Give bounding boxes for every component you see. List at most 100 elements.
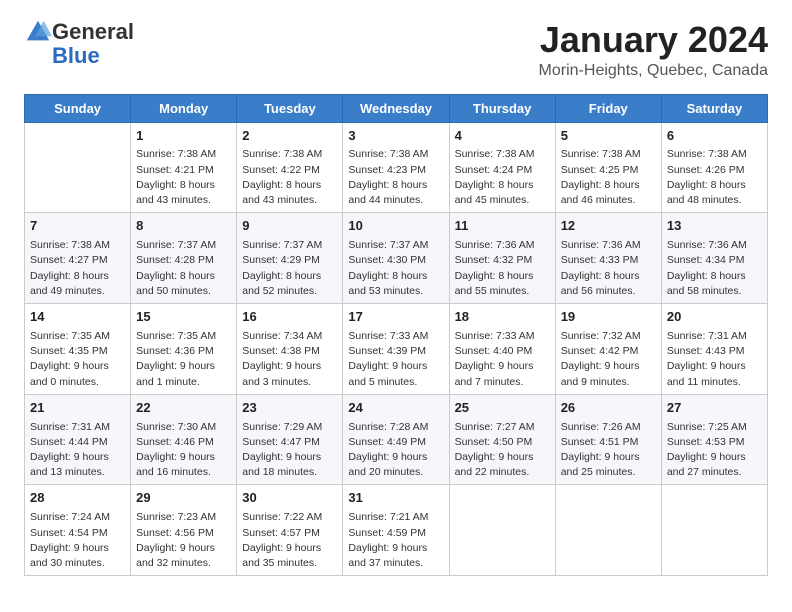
day-number: 3 bbox=[348, 127, 443, 146]
day-number: 11 bbox=[455, 217, 550, 236]
day-info: Sunrise: 7:33 AMSunset: 4:39 PMDaylight:… bbox=[348, 329, 443, 390]
calendar-cell: 21 Sunrise: 7:31 AMSunset: 4:44 PMDayligh… bbox=[25, 394, 131, 485]
day-info: Sunrise: 7:22 AMSunset: 4:57 PMDaylight:… bbox=[242, 510, 337, 571]
calendar-cell: 11 Sunrise: 7:36 AMSunset: 4:32 PMDayligh… bbox=[449, 213, 555, 304]
day-number: 21 bbox=[30, 399, 125, 418]
calendar-cell: 20Sunrise: 7:31 AMSunset: 4:43 PMDayligh… bbox=[661, 304, 767, 395]
day-info: Sunrise: 7:26 AMSunset: 4:51 PMDaylight:… bbox=[561, 420, 656, 481]
day-number: 10 bbox=[348, 217, 443, 236]
calendar-cell: 25 Sunrise: 7:27 AMSunset: 4:50 PMDayligh… bbox=[449, 394, 555, 485]
day-info: Sunrise: 7:21 AMSunset: 4:59 PMDaylight:… bbox=[348, 510, 443, 571]
day-info: Sunrise: 7:38 AMSunset: 4:23 PMDaylight:… bbox=[348, 147, 443, 208]
calendar-cell: 28 Sunrise: 7:24 AMSunset: 4:54 PMDayligh… bbox=[25, 485, 131, 576]
calendar-cell: 22 Sunrise: 7:30 AMSunset: 4:46 PMDayligh… bbox=[131, 394, 237, 485]
day-number: 28 bbox=[30, 489, 125, 508]
day-number: 7 bbox=[30, 217, 125, 236]
day-number: 22 bbox=[136, 399, 231, 418]
calendar-cell: 29 Sunrise: 7:23 AMSunset: 4:56 PMDayligh… bbox=[131, 485, 237, 576]
weekday-header-sunday: Sunday bbox=[25, 94, 131, 122]
calendar-cell: 6Sunrise: 7:38 AMSunset: 4:26 PMDaylight… bbox=[661, 122, 767, 213]
logo-general: General bbox=[52, 19, 134, 44]
calendar-cell: 19 Sunrise: 7:32 AMSunset: 4:42 PMDayligh… bbox=[555, 304, 661, 395]
day-info: Sunrise: 7:30 AMSunset: 4:46 PMDaylight:… bbox=[136, 420, 231, 481]
title-block: January 2024 Morin-Heights, Quebec, Cana… bbox=[539, 20, 768, 80]
logo-blue: Blue bbox=[52, 43, 100, 68]
day-number: 1 bbox=[136, 127, 231, 146]
calendar-cell: 5Sunrise: 7:38 AMSunset: 4:25 PMDaylight… bbox=[555, 122, 661, 213]
calendar-cell: 12Sunrise: 7:36 AMSunset: 4:33 PMDayligh… bbox=[555, 213, 661, 304]
day-info: Sunrise: 7:27 AMSunset: 4:50 PMDaylight:… bbox=[455, 420, 550, 481]
day-number: 9 bbox=[242, 217, 337, 236]
day-number: 14 bbox=[30, 308, 125, 327]
day-info: Sunrise: 7:37 AMSunset: 4:30 PMDaylight:… bbox=[348, 238, 443, 299]
calendar-cell: 2Sunrise: 7:38 AMSunset: 4:22 PMDaylight… bbox=[237, 122, 343, 213]
day-info: Sunrise: 7:31 AMSunset: 4:44 PMDaylight:… bbox=[30, 420, 125, 481]
day-info: Sunrise: 7:38 AMSunset: 4:26 PMDaylight:… bbox=[667, 147, 762, 208]
calendar-cell: 9 Sunrise: 7:37 AMSunset: 4:29 PMDaylight… bbox=[237, 213, 343, 304]
calendar-title: January 2024 bbox=[539, 20, 768, 60]
calendar-cell bbox=[555, 485, 661, 576]
calendar-subtitle: Morin-Heights, Quebec, Canada bbox=[539, 62, 768, 80]
calendar-cell: 31 Sunrise: 7:21 AMSunset: 4:59 PMDayligh… bbox=[343, 485, 449, 576]
day-number: 15 bbox=[136, 308, 231, 327]
day-number: 13 bbox=[667, 217, 762, 236]
day-number: 6 bbox=[667, 127, 762, 146]
calendar-header: SundayMondayTuesdayWednesdayThursdayFrid… bbox=[25, 94, 768, 122]
calendar-cell: 26 Sunrise: 7:26 AMSunset: 4:51 PMDayligh… bbox=[555, 394, 661, 485]
day-info: Sunrise: 7:28 AMSunset: 4:49 PMDaylight:… bbox=[348, 420, 443, 481]
weekday-header-friday: Friday bbox=[555, 94, 661, 122]
day-number: 23 bbox=[242, 399, 337, 418]
day-info: Sunrise: 7:38 AMSunset: 4:27 PMDaylight:… bbox=[30, 238, 125, 299]
day-info: Sunrise: 7:36 AMSunset: 4:34 PMDaylight:… bbox=[667, 238, 762, 299]
day-number: 18 bbox=[455, 308, 550, 327]
day-number: 29 bbox=[136, 489, 231, 508]
calendar-cell: 23Sunrise: 7:29 AMSunset: 4:47 PMDayligh… bbox=[237, 394, 343, 485]
day-info: Sunrise: 7:33 AMSunset: 4:40 PMDaylight:… bbox=[455, 329, 550, 390]
day-info: Sunrise: 7:23 AMSunset: 4:56 PMDaylight:… bbox=[136, 510, 231, 571]
day-info: Sunrise: 7:38 AMSunset: 4:25 PMDaylight:… bbox=[561, 147, 656, 208]
day-info: Sunrise: 7:38 AMSunset: 4:24 PMDaylight:… bbox=[455, 147, 550, 208]
day-number: 17 bbox=[348, 308, 443, 327]
day-number: 5 bbox=[561, 127, 656, 146]
day-info: Sunrise: 7:38 AMSunset: 4:22 PMDaylight:… bbox=[242, 147, 337, 208]
calendar-cell: 4Sunrise: 7:38 AMSunset: 4:24 PMDaylight… bbox=[449, 122, 555, 213]
day-info: Sunrise: 7:35 AMSunset: 4:35 PMDaylight:… bbox=[30, 329, 125, 390]
calendar-cell: 17 Sunrise: 7:33 AMSunset: 4:39 PMDayligh… bbox=[343, 304, 449, 395]
calendar-table: SundayMondayTuesdayWednesdayThursdayFrid… bbox=[24, 94, 768, 577]
weekday-header-monday: Monday bbox=[131, 94, 237, 122]
weekday-header-thursday: Thursday bbox=[449, 94, 555, 122]
day-number: 30 bbox=[242, 489, 337, 508]
calendar-cell: 8 Sunrise: 7:37 AMSunset: 4:28 PMDaylight… bbox=[131, 213, 237, 304]
weekday-header-wednesday: Wednesday bbox=[343, 94, 449, 122]
day-info: Sunrise: 7:34 AMSunset: 4:38 PMDaylight:… bbox=[242, 329, 337, 390]
calendar-cell: 18 Sunrise: 7:33 AMSunset: 4:40 PMDayligh… bbox=[449, 304, 555, 395]
calendar-cell: 3Sunrise: 7:38 AMSunset: 4:23 PMDaylight… bbox=[343, 122, 449, 213]
day-number: 27 bbox=[667, 399, 762, 418]
calendar-cell bbox=[449, 485, 555, 576]
weekday-header-saturday: Saturday bbox=[661, 94, 767, 122]
calendar-cell bbox=[661, 485, 767, 576]
page-header: General Blue January 2024 Morin-Heights,… bbox=[24, 20, 768, 80]
day-number: 24 bbox=[348, 399, 443, 418]
day-info: Sunrise: 7:36 AMSunset: 4:33 PMDaylight:… bbox=[561, 238, 656, 299]
logo-icon bbox=[24, 18, 52, 46]
calendar-cell: 13 Sunrise: 7:36 AMSunset: 4:34 PMDayligh… bbox=[661, 213, 767, 304]
calendar-cell: 27Sunrise: 7:25 AMSunset: 4:53 PMDayligh… bbox=[661, 394, 767, 485]
day-number: 31 bbox=[348, 489, 443, 508]
day-number: 25 bbox=[455, 399, 550, 418]
day-number: 16 bbox=[242, 308, 337, 327]
calendar-cell: 15Sunrise: 7:35 AMSunset: 4:36 PMDayligh… bbox=[131, 304, 237, 395]
day-number: 19 bbox=[561, 308, 656, 327]
day-info: Sunrise: 7:37 AMSunset: 4:29 PMDaylight:… bbox=[242, 238, 337, 299]
calendar-cell: 1Sunrise: 7:38 AMSunset: 4:21 PMDaylight… bbox=[131, 122, 237, 213]
day-info: Sunrise: 7:37 AMSunset: 4:28 PMDaylight:… bbox=[136, 238, 231, 299]
day-info: Sunrise: 7:36 AMSunset: 4:32 PMDaylight:… bbox=[455, 238, 550, 299]
day-info: Sunrise: 7:31 AMSunset: 4:43 PMDaylight:… bbox=[667, 329, 762, 390]
calendar-cell bbox=[25, 122, 131, 213]
calendar-cell: 30 Sunrise: 7:22 AMSunset: 4:57 PMDayligh… bbox=[237, 485, 343, 576]
day-number: 26 bbox=[561, 399, 656, 418]
day-info: Sunrise: 7:24 AMSunset: 4:54 PMDaylight:… bbox=[30, 510, 125, 571]
logo: General Blue bbox=[24, 20, 134, 68]
day-info: Sunrise: 7:32 AMSunset: 4:42 PMDaylight:… bbox=[561, 329, 656, 390]
day-number: 8 bbox=[136, 217, 231, 236]
